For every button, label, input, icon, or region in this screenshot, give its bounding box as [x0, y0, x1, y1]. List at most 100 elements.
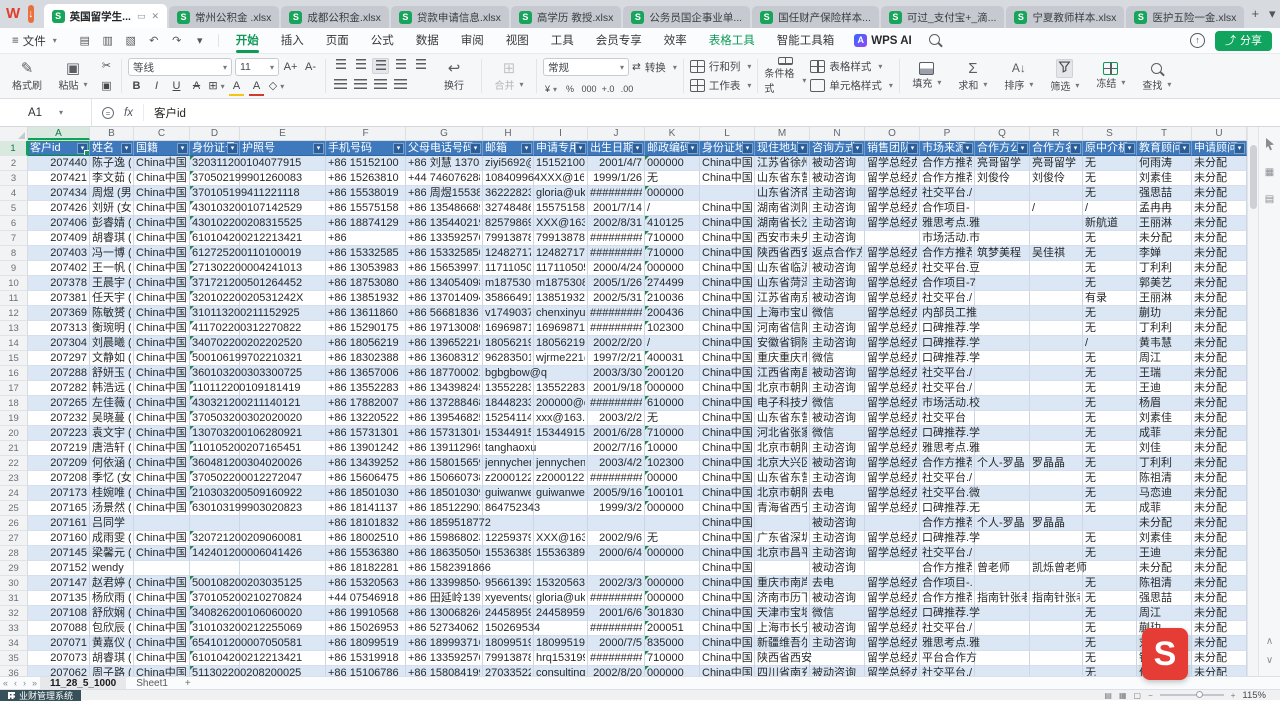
cell[interactable]: 370502199901260083 — [190, 171, 240, 186]
row-header-24[interactable]: 24 — [0, 486, 28, 501]
header-cell-E[interactable]: 护照号▾ — [240, 141, 326, 156]
cell[interactable]: 130703200106280921 — [190, 426, 240, 441]
cell[interactable]: 留学总经办 — [865, 456, 920, 471]
cell[interactable]: 黄嘉仪 (女 — [90, 636, 134, 651]
cell[interactable]: 合作方推荐 — [920, 516, 975, 531]
cell[interactable]: 610104200212213421 — [190, 231, 240, 246]
row-header-12[interactable]: 12 — [0, 306, 28, 321]
cell[interactable]: 李文茹 (女 — [90, 171, 134, 186]
cell[interactable]: 152541145 — [483, 411, 534, 426]
cell[interactable]: 山东省菏泽 — [755, 276, 810, 291]
cell[interactable]: 刘素佳 — [1137, 171, 1192, 186]
cell[interactable]: 左佳薇 (女 — [90, 396, 134, 411]
cell[interactable]: +86 15290175 — [326, 321, 406, 336]
cell[interactable]: 电子科技大 — [755, 396, 810, 411]
column-header-K[interactable]: K — [645, 127, 700, 140]
cell[interactable]: China中国 — [134, 261, 190, 276]
cell[interactable]: China中国 — [134, 411, 190, 426]
cell[interactable]: 117110505 — [534, 261, 588, 276]
cell[interactable]: 000000 — [645, 381, 700, 396]
cell[interactable]: China中国 — [134, 381, 190, 396]
cell[interactable]: China中国 — [134, 186, 190, 201]
cell[interactable]: +86 1573130169 — [406, 426, 483, 441]
cell[interactable]: 雅思考点.雅 — [920, 216, 975, 231]
cell[interactable]: 刘素佳 — [1137, 411, 1192, 426]
cell[interactable]: 2001/4/7 — [588, 156, 645, 171]
cell[interactable]: 留学总经办 — [865, 666, 920, 676]
cell[interactable]: 835000 — [645, 636, 700, 651]
menu-item-审阅[interactable]: 审阅 — [450, 28, 495, 54]
cell[interactable]: 被动咨询 — [810, 261, 865, 276]
cell[interactable]: 180995191 — [483, 636, 534, 651]
document-tab[interactable]: S可过_支付宝+_滴... — [881, 6, 1005, 28]
cell[interactable]: China中国 — [700, 621, 755, 636]
cell[interactable]: 270335220 — [483, 666, 534, 676]
cell[interactable]: China中国 — [700, 546, 755, 561]
zoom-slider[interactable] — [1160, 694, 1224, 696]
cell[interactable]: 370503200302020020 — [190, 411, 240, 426]
cell[interactable]: 未分配 — [1192, 471, 1247, 486]
cell[interactable]: 主动咨询 — [810, 216, 865, 231]
cell[interactable]: China中国 — [134, 591, 190, 606]
cell[interactable]: 舒欣娴 (女 — [90, 606, 134, 621]
menu-item-视图[interactable]: 视图 — [495, 28, 540, 54]
cell[interactable]: 山东省东营 — [755, 471, 810, 486]
cell[interactable]: +86 1335925706 — [406, 651, 483, 666]
cell[interactable]: 142401200006041426 — [190, 546, 240, 561]
align-middle-icon[interactable] — [352, 58, 369, 74]
cell[interactable]: +86 13901242 — [326, 441, 406, 456]
cell[interactable]: 周煜 (男) — [90, 186, 134, 201]
cell[interactable]: 江西省南昌 — [755, 366, 810, 381]
cell[interactable]: 杨眉 — [1137, 396, 1192, 411]
cell[interactable]: 无 — [1083, 456, 1137, 471]
cell[interactable]: +86 15320563 — [326, 576, 406, 591]
cell[interactable]: 124827175 — [534, 246, 588, 261]
column-header-J[interactable]: J — [588, 127, 645, 140]
cell[interactable]: +86 1580841999 — [406, 666, 483, 676]
cell[interactable]: China中国 — [700, 426, 755, 441]
cell[interactable] — [1030, 531, 1083, 546]
cell[interactable]: 2002/7/16 — [588, 441, 645, 456]
cell[interactable]: 被动咨询 — [810, 411, 865, 426]
header-cell-L[interactable]: 身份证地▾ — [700, 141, 755, 156]
row-header-29[interactable]: 29 — [0, 561, 28, 576]
filter-icon[interactable]: ▾ — [575, 143, 586, 154]
bold-button[interactable]: B — [128, 78, 145, 94]
cell[interactable]: 370502200012272047 — [190, 471, 240, 486]
cell[interactable]: 被动咨询 — [810, 171, 865, 186]
more-dropdown-icon[interactable]: ▾ — [190, 34, 210, 47]
row-header-11[interactable]: 11 — [0, 291, 28, 306]
cell[interactable]: 强思喆 — [1137, 591, 1192, 606]
cell[interactable]: 2003/4/2 — [588, 456, 645, 471]
cell[interactable]: 207071 — [28, 636, 90, 651]
cell[interactable]: 被动咨询 — [810, 456, 865, 471]
cell[interactable]: +86 15536380 — [326, 546, 406, 561]
cell[interactable]: China中国 — [700, 336, 755, 351]
cell[interactable]: 刘俊伶 — [975, 171, 1030, 186]
cell[interactable]: 留学总经办 — [865, 606, 920, 621]
cell[interactable]: 留学总经办 — [865, 426, 920, 441]
cell[interactable]: bgbgbow@q — [483, 366, 534, 381]
cell[interactable]: China中国 — [700, 531, 755, 546]
convert-button[interactable]: ⇄转换▾ — [632, 59, 677, 76]
cell[interactable]: ######### — [588, 471, 645, 486]
zoom-in-button[interactable]: + — [1231, 691, 1236, 700]
document-tab[interactable]: S国任财产保险样本... — [752, 6, 879, 28]
cell[interactable]: 留学总经办 — [865, 441, 920, 456]
cell[interactable]: 留学总经办 — [865, 321, 920, 336]
filter-icon[interactable]: ▾ — [962, 143, 973, 154]
cell[interactable]: 微信 — [810, 426, 865, 441]
cell[interactable]: 合作项目- — [920, 201, 975, 216]
font-size-select[interactable]: 11▾ — [235, 58, 279, 76]
cell[interactable]: +86 15538019 — [326, 186, 406, 201]
header-cell-K[interactable]: 邮政编码▾ — [645, 141, 700, 156]
cell[interactable]: 151521001 — [534, 156, 588, 171]
cell[interactable]: China中国 — [700, 156, 755, 171]
cell[interactable]: China中国 — [700, 516, 755, 531]
cell[interactable] — [1030, 291, 1083, 306]
cell[interactable]: 主动咨询 — [810, 531, 865, 546]
shrink-font-button[interactable]: A- — [302, 59, 319, 75]
cell[interactable]: 主动咨询 — [810, 201, 865, 216]
cell[interactable]: 北京市昌平 — [755, 546, 810, 561]
cell[interactable]: XXX@163. — [534, 216, 588, 231]
